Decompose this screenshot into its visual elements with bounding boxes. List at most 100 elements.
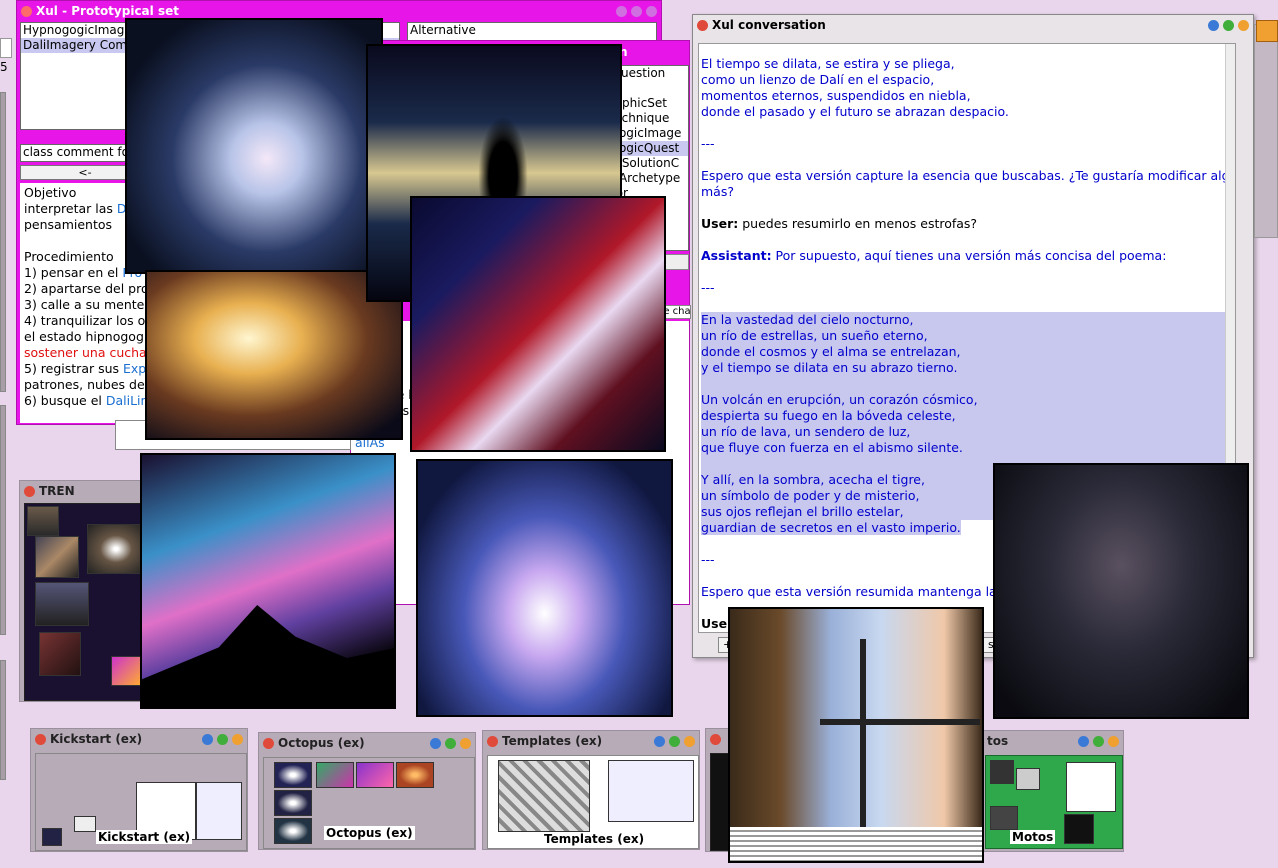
poem-line: un río de estrellas, un sueño eterno, [701, 328, 928, 343]
comment-line: 5) registrar sus Expe [24, 361, 150, 377]
preview-thumbnail[interactable] [498, 760, 590, 832]
motos-caption: Motos [1010, 830, 1056, 844]
window-titlebar[interactable]: Xul conversation [693, 15, 1253, 35]
expand-icon[interactable] [1093, 735, 1104, 747]
tren-thumbnails[interactable] [24, 503, 148, 701]
menu-icon[interactable] [430, 737, 441, 749]
window-title: TREN [39, 484, 75, 498]
expand-icon[interactable] [217, 733, 228, 745]
menu-icon[interactable] [1078, 735, 1089, 747]
train-thumbnail[interactable] [39, 632, 81, 676]
close-icon[interactable] [263, 737, 274, 749]
window-title: Templates (ex) [502, 734, 603, 748]
user-message: User: puedes resumirlo en menos estrofas… [701, 216, 1235, 232]
preview-thumbnail[interactable] [42, 828, 62, 846]
menu-icon[interactable] [654, 735, 665, 747]
preview-thumbnail[interactable] [274, 762, 312, 788]
comment-line-text: patrones, nubes de c [24, 377, 150, 392]
close-icon[interactable] [487, 735, 498, 747]
preview-thumbnail[interactable] [396, 762, 434, 788]
train-thumbnail[interactable] [35, 582, 89, 626]
templates-window[interactable]: Templates (ex) Templates (ex) [482, 730, 700, 850]
preview-thumbnail[interactable] [74, 816, 96, 832]
templates-preview[interactable]: Templates (ex) [487, 755, 699, 849]
preview-thumbnail[interactable] [274, 818, 312, 844]
expand-icon[interactable] [669, 735, 680, 747]
preview-thumbnail[interactable] [356, 762, 394, 788]
train-thumbnail[interactable] [27, 506, 59, 536]
comment-line-text: 2) apartarse del prob [24, 281, 150, 296]
dark-forest-sky-image[interactable] [993, 463, 1249, 719]
window-title: tos [987, 734, 1009, 748]
close-icon[interactable] [21, 5, 32, 17]
close-icon[interactable] [24, 485, 35, 497]
list-item[interactable]: Alternative [408, 23, 656, 38]
preview-thumbnail[interactable] [990, 760, 1014, 784]
left-edge-panel-4 [0, 660, 6, 780]
preview-thumbnail[interactable] [1064, 814, 1094, 844]
menu-icon[interactable] [1208, 19, 1219, 31]
window-titlebar[interactable]: Kickstart (ex) [31, 729, 247, 749]
train-thumbnail[interactable] [87, 524, 145, 574]
octopus-caption: Octopus (ex) [324, 826, 415, 840]
nebula-image[interactable] [416, 459, 673, 717]
collapse-icon[interactable] [1238, 19, 1249, 31]
brush-icon[interactable] [1256, 20, 1278, 42]
motos-preview[interactable]: Motos [985, 755, 1123, 849]
text-strip [730, 827, 982, 861]
kickstart-preview[interactable]: Kickstart (ex) [35, 753, 247, 851]
comment-line-text: 3) calle a su mente ( [24, 297, 150, 312]
milky-way-image[interactable] [145, 270, 403, 440]
preview-thumbnail[interactable] [990, 806, 1018, 830]
kickstart-caption: Kickstart (ex) [96, 830, 193, 844]
poem-line: un río de lava, un sendero de luz, [701, 424, 911, 439]
poem-line: y el tiempo se dilata en su abrazo tiern… [701, 360, 958, 375]
train-thumbnail[interactable] [111, 656, 141, 686]
preview-thumbnail[interactable] [274, 790, 312, 816]
window-title: Kickstart (ex) [50, 732, 143, 746]
expand-icon[interactable] [1223, 19, 1234, 31]
misty-text-image[interactable] [125, 18, 383, 274]
lava-river-image[interactable] [410, 196, 666, 452]
separator: --- [701, 136, 715, 151]
collapse-icon[interactable] [460, 737, 471, 749]
preview-thumbnail[interactable] [316, 762, 354, 788]
collapse-icon[interactable] [1108, 735, 1119, 747]
preview-thumbnail[interactable] [1016, 768, 1040, 790]
window-title: Xul - Prototypical set [36, 4, 179, 18]
close-icon[interactable] [697, 19, 708, 31]
poem-line: donde el cosmos y el alma se entrelazan, [701, 344, 961, 359]
window-view-image[interactable] [728, 607, 984, 863]
close-icon[interactable] [35, 733, 46, 745]
window-titlebar[interactable]: Templates (ex) [483, 731, 699, 751]
tren-window[interactable]: TREN [19, 480, 148, 702]
alternative-list[interactable]: Alternative [407, 22, 657, 42]
comment-line: 2) apartarse del prob [24, 281, 150, 297]
poem-line: momentos eternos, suspendidos en niebla, [701, 88, 971, 103]
preview-thumbnail[interactable] [1066, 762, 1116, 812]
window-titlebar[interactable]: TREN [20, 481, 146, 501]
octopus-preview[interactable]: Octopus (ex) [263, 757, 475, 849]
window-titlebar[interactable]: Octopus (ex) [259, 733, 475, 753]
menu-icon[interactable] [616, 5, 627, 17]
comment-line-text: 5) registrar sus [24, 361, 124, 376]
train-thumbnail[interactable] [35, 536, 79, 578]
octopus-window[interactable]: Octopus (ex) Octopus (ex) [258, 732, 476, 850]
kickstart-window[interactable]: Kickstart (ex) Kickstart (ex) [30, 728, 248, 852]
expand-icon[interactable] [445, 737, 456, 749]
galaxy-mountain-image[interactable] [140, 453, 396, 709]
preview-thumbnail[interactable] [196, 782, 242, 840]
poem-line-text: guardian de secretos en el vasto imperio… [701, 520, 961, 535]
collapse-icon[interactable] [232, 733, 243, 745]
poem-line: donde el pasado y el futuro se abrazan d… [701, 104, 1009, 119]
preview-thumbnail[interactable] [608, 760, 694, 822]
menu-icon[interactable] [202, 733, 213, 745]
assistant-note: Espero que esta versión capture la esenc… [701, 168, 1236, 183]
comment-link[interactable]: DaliLink [106, 393, 150, 408]
expand-icon[interactable] [631, 5, 642, 17]
collapse-icon[interactable] [646, 5, 657, 17]
close-icon[interactable] [710, 733, 721, 745]
collapse-icon[interactable] [684, 735, 695, 747]
comment-line-text [24, 233, 28, 248]
comment-line: 6) busque el DaliLink [24, 393, 150, 409]
